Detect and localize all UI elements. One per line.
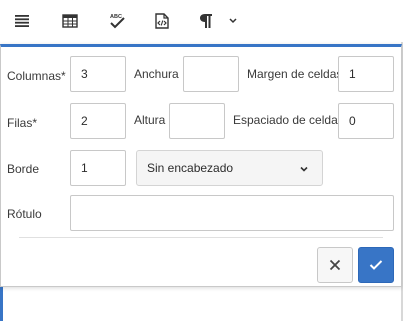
caption-label: Rótulo <box>7 207 42 221</box>
html-source-button[interactable] <box>150 9 174 33</box>
table-button[interactable] <box>58 9 82 33</box>
check-icon <box>369 260 383 270</box>
cell-padding-input[interactable] <box>338 56 394 92</box>
html-source-icon <box>155 13 169 29</box>
align-justify-button[interactable] <box>10 9 34 33</box>
close-icon <box>329 259 341 271</box>
toolbar: ABC <box>0 0 403 42</box>
spellcheck-button[interactable]: ABC <box>105 9 129 33</box>
columns-input[interactable] <box>70 56 126 92</box>
height-input[interactable] <box>169 103 225 139</box>
chevron-down-icon <box>229 18 237 24</box>
height-label: Altura <box>134 113 166 127</box>
rows-input[interactable] <box>70 103 126 139</box>
columns-label: Columnas* <box>7 69 66 83</box>
align-justify-icon <box>15 15 29 27</box>
width-label: Anchura <box>134 67 179 81</box>
border-input[interactable] <box>70 150 126 186</box>
cell-padding-label: Margen de celdas <box>247 67 343 81</box>
table-properties-dialog: Columnas* Anchura Margen de celdas Filas… <box>0 44 402 287</box>
paragraph-button[interactable] <box>194 9 218 33</box>
dialog-separator <box>19 237 383 238</box>
cancel-button[interactable] <box>317 247 353 283</box>
editor-focus-rule <box>0 286 3 321</box>
caption-input[interactable] <box>70 195 394 231</box>
spellcheck-icon: ABC <box>110 14 125 29</box>
paragraph-icon <box>200 14 212 28</box>
confirm-button[interactable] <box>358 247 394 283</box>
header-select-value: Sin encabezado <box>147 161 234 175</box>
paragraph-dropdown-button[interactable] <box>222 9 244 33</box>
table-icon <box>62 14 78 28</box>
cell-spacing-label: Espaciado de celdas <box>233 113 344 127</box>
width-input[interactable] <box>183 56 239 92</box>
chevron-down-icon <box>300 166 308 172</box>
spellcheck-abc-text: ABC <box>110 14 122 20</box>
cell-spacing-input[interactable] <box>338 103 394 139</box>
rows-label: Filas* <box>7 116 38 130</box>
header-select[interactable]: Sin encabezado <box>136 150 323 186</box>
border-label: Borde <box>7 162 40 176</box>
